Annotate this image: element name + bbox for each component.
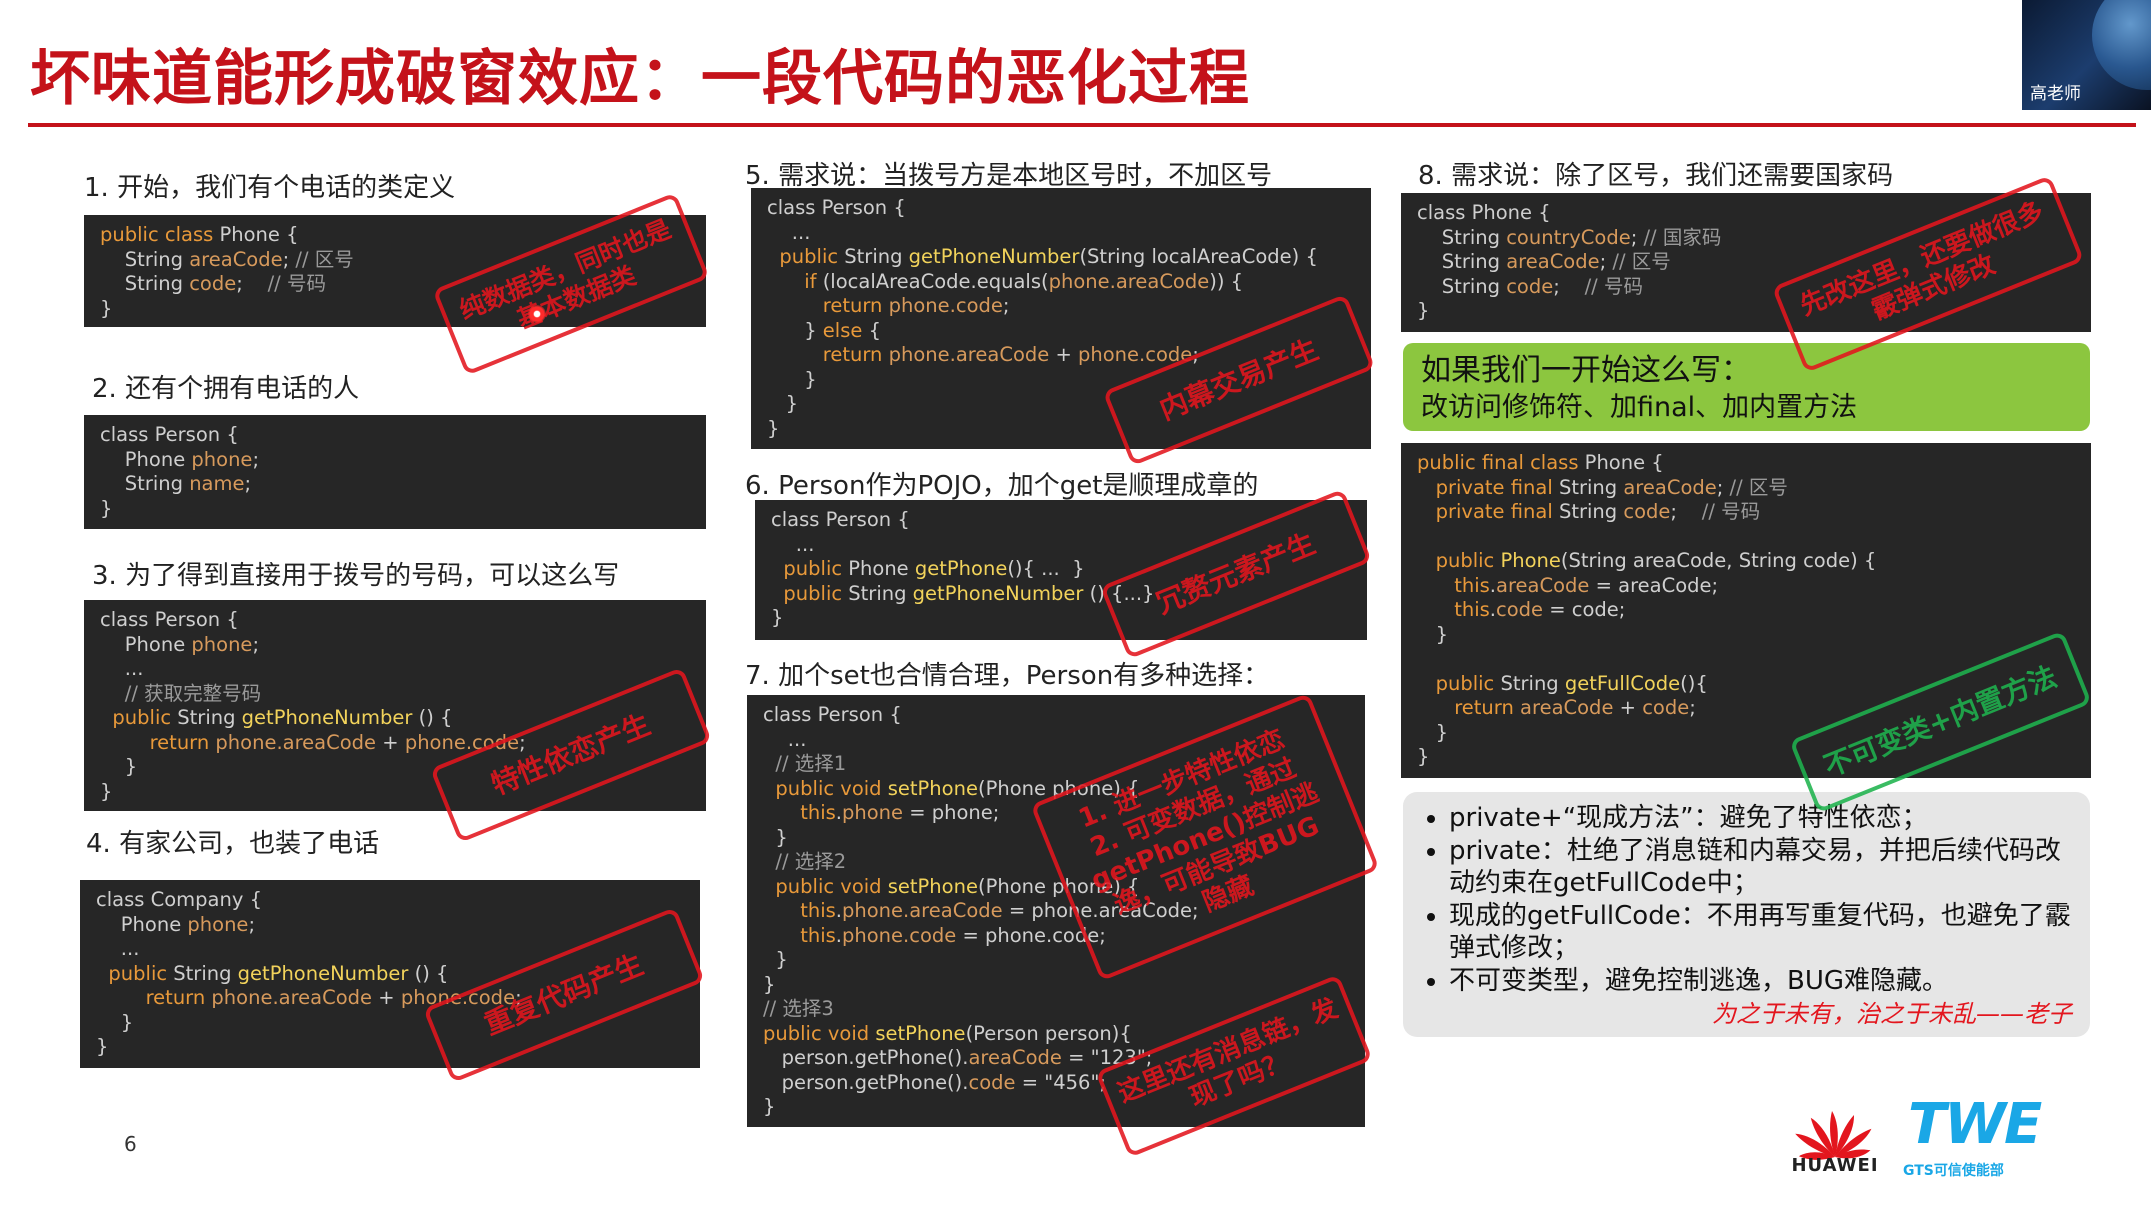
summary-list: private+“现成方法”：避免了特性依恋； private：杜绝了消息链和内… — [1423, 802, 2072, 997]
section-6-label: 6. Person作为POJO，加个get是顺理成章的 — [745, 471, 1259, 501]
summary-item: private：杜绝了消息链和内幕交易，并把后续代码改动约束在getFullCo… — [1449, 835, 2072, 900]
suggestion-box: 如果我们一开始这么写： 改访问修饰符、加final、加内置方法 — [1403, 343, 2090, 431]
suggestion-line-1: 如果我们一开始这么写： — [1421, 353, 1751, 388]
presenter-name: 高老师 — [2030, 84, 2081, 104]
code-block-2: class Person { Phone phone; String name;… — [84, 415, 706, 529]
section-4-label: 4. 有家公司，也装了电话 — [86, 829, 380, 859]
section-8-label: 8. 需求说：除了区号，我们还需要国家码 — [1418, 161, 1894, 191]
page-title: 坏味道能形成破窗效应：一段代码的恶化过程 — [30, 44, 1250, 114]
code-block-5: class Person { ... public String getPhon… — [751, 188, 1371, 449]
section-7-label: 7. 加个set也合情合理，Person有多种选择： — [745, 661, 1270, 691]
summary-box: private+“现成方法”：避免了特性依恋； private：杜绝了消息链和内… — [1403, 792, 2090, 1037]
huawei-logo-text: HUAWEI — [1791, 1155, 1879, 1176]
summary-item: 不可变类型，避免控制逃逸，BUG难隐藏。 — [1449, 965, 2072, 998]
section-5-label: 5. 需求说：当拨号方是本地区号时，不加区号 — [745, 161, 1273, 191]
earth-image — [2092, 0, 2151, 90]
laozi-quote: 为之于未有，治之于未乱——老子 — [1712, 1000, 2072, 1028]
section-3-label: 3. 为了得到直接用于拨号的号码，可以这么写 — [92, 561, 620, 591]
summary-item: 现成的getFullCode：不用再写重复代码，也避免了霰弹式修改； — [1449, 900, 2072, 965]
summary-item: private+“现成方法”：避免了特性依恋； — [1449, 802, 2072, 835]
twe-logo-subtitle: GTS可信使能部 — [1903, 1163, 2004, 1179]
title-divider — [28, 123, 2136, 127]
section-2-label: 2. 还有个拥有电话的人 — [92, 374, 360, 404]
twe-logo: TWE — [1908, 1092, 2042, 1157]
laser-pointer-icon — [528, 305, 546, 323]
suggestion-line-2: 改访问修饰符、加final、加内置方法 — [1421, 392, 1858, 423]
page-number: 6 — [124, 1132, 137, 1156]
presenter-video: 高老师 — [2022, 0, 2151, 110]
section-1-label: 1. 开始，我们有个电话的类定义 — [84, 173, 456, 203]
